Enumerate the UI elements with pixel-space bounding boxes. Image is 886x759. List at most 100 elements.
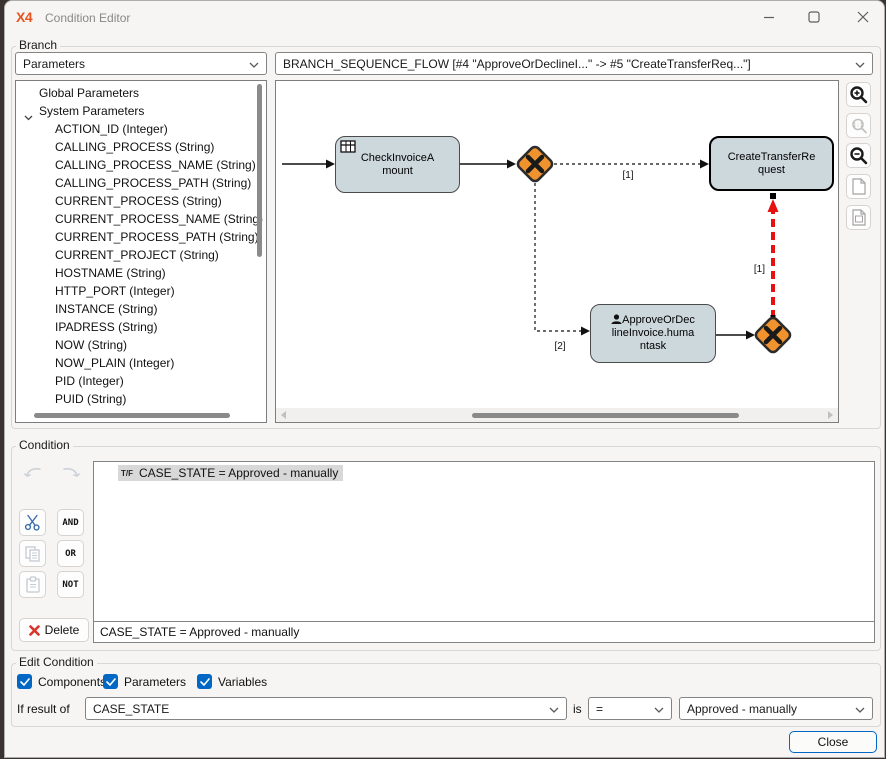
diagram-scroll-thumb[interactable]	[472, 413, 739, 418]
scroll-right-icon[interactable]	[826, 411, 834, 419]
zoom-in-button[interactable]	[846, 82, 871, 107]
delete-button[interactable]: Delete	[19, 618, 89, 642]
paste-icon	[25, 576, 41, 593]
close-button[interactable]: Close	[789, 731, 877, 753]
chevron-down-icon	[545, 702, 559, 716]
chevron-down-icon	[650, 702, 664, 716]
redo-button[interactable]	[57, 460, 84, 487]
condition-expression-field[interactable]: CASE_STATE = Approved - manually	[93, 621, 875, 643]
fit-width-icon	[851, 209, 867, 226]
value-select[interactable]: Approved - manually	[679, 697, 873, 720]
node-create-transfer-request[interactable]: CreateTransferRequest	[709, 136, 834, 191]
app-logo: X4	[16, 9, 32, 25]
fit-page-button[interactable]	[846, 174, 871, 199]
tree-item-global-parameters[interactable]: Global Parameters	[16, 84, 266, 102]
node-label: CheckInvoiceAmount	[357, 152, 439, 178]
diagram-edges: [1] [2] [1]	[276, 81, 838, 422]
not-button[interactable]: NOT	[57, 571, 84, 598]
tree-item-current-project[interactable]: CURRENT_PROJECT (String)	[16, 246, 266, 264]
zoom-out-button[interactable]	[846, 143, 871, 168]
close-window-button[interactable]	[846, 5, 880, 29]
or-button[interactable]: OR	[57, 540, 84, 567]
close-icon	[857, 11, 869, 23]
zoom-reset-button[interactable]: 1:1	[846, 113, 871, 138]
node-check-invoice-amount[interactable]: CheckInvoiceAmount	[335, 136, 460, 193]
undo-button[interactable]	[19, 460, 46, 487]
tree-item-current-process-path[interactable]: CURRENT_PROCESS_PATH (String)	[16, 228, 266, 246]
condition-editor-dialog: X4 Condition Editor Branch Parameters BR…	[4, 0, 885, 758]
scroll-left-icon[interactable]	[280, 411, 288, 419]
maximize-button[interactable]	[797, 5, 831, 29]
table-icon	[340, 140, 356, 156]
person-icon	[611, 314, 622, 324]
zoom-out-icon	[849, 146, 868, 165]
branch-flow-value: BRANCH_SEQUENCE_FLOW [#4 "ApproveOrDecli…	[283, 57, 751, 71]
undo-icon	[23, 466, 43, 482]
diagram-horizontal-scrollbar[interactable]	[276, 408, 838, 422]
tree-item-calling-process[interactable]: CALLING_PROCESS (String)	[16, 138, 266, 156]
check-icon[interactable]	[17, 674, 32, 689]
and-button[interactable]: AND	[57, 509, 84, 536]
cut-icon	[24, 514, 41, 531]
branch-group-label: Branch	[16, 38, 60, 52]
diagram-canvas[interactable]: [1] [2] [1]	[275, 80, 839, 423]
tree-item-action-id[interactable]: ACTION_ID (Integer)	[16, 120, 266, 138]
check-icon[interactable]	[197, 674, 212, 689]
check-icon[interactable]	[103, 674, 118, 689]
redo-icon	[61, 466, 81, 482]
edge-endpoint-handle[interactable]	[770, 193, 776, 199]
tree-item-current-process[interactable]: CURRENT_PROCESS (String)	[16, 192, 266, 210]
gateway-x-icon[interactable]	[754, 316, 792, 354]
zoom-in-icon	[849, 85, 868, 104]
checkbox-parameters[interactable]: Parameters	[103, 674, 186, 689]
condition-group-label: Condition	[16, 438, 73, 452]
tree-item-hostname[interactable]: HOSTNAME (String)	[16, 264, 266, 282]
result-select[interactable]: CASE_STATE	[85, 697, 567, 720]
node-label: ApproveOrDeclineInvoice.humantask	[612, 314, 695, 352]
checkbox-components[interactable]: Components	[17, 674, 106, 689]
chevron-down-icon	[851, 57, 865, 71]
edge-label-left: [2]	[554, 341, 565, 352]
tree-item-instance[interactable]: INSTANCE (String)	[16, 300, 266, 318]
edge-label-right: [1]	[754, 264, 765, 275]
branch-flow-select[interactable]: BRANCH_SEQUENCE_FLOW [#4 "ApproveOrDecli…	[275, 52, 873, 75]
tree-item-puid[interactable]: PUID (String)	[16, 390, 266, 408]
if-result-of-label: If result of	[17, 702, 70, 716]
copy-button[interactable]	[19, 540, 46, 567]
tree-vertical-scrollbar[interactable]	[257, 84, 262, 257]
minimize-button[interactable]	[752, 5, 786, 29]
node-approve-or-decline-invoice[interactable]: ApproveOrDeclineInvoice.humantask	[590, 304, 716, 363]
condition-row[interactable]: T/F CASE_STATE = Approved - manually	[118, 465, 343, 481]
paste-button[interactable]	[19, 571, 46, 598]
tree-horizontal-scrollbar[interactable]	[34, 413, 230, 418]
zoom-reset-icon: 1:1	[850, 117, 868, 135]
is-label: is	[573, 702, 582, 716]
chevron-down-icon	[245, 57, 259, 71]
copy-icon	[24, 545, 41, 562]
checkbox-variables[interactable]: Variables	[197, 674, 267, 689]
condition-type-badge: T/F	[121, 469, 133, 478]
fit-width-button[interactable]	[846, 205, 871, 230]
operator-select[interactable]: =	[588, 697, 672, 720]
tree-item-now[interactable]: NOW (String)	[16, 336, 266, 354]
cut-button[interactable]	[19, 509, 46, 536]
parameter-tree: Global Parameters System Parameters ACTI…	[15, 80, 267, 423]
title-bar[interactable]: X4 Condition Editor	[5, 1, 884, 33]
gateway-x-icon[interactable]	[516, 145, 554, 183]
tree-item-http-port[interactable]: HTTP_PORT (Integer)	[16, 282, 266, 300]
tree-item-calling-process-path[interactable]: CALLING_PROCESS_PATH (String)	[16, 174, 266, 192]
parameter-type-select[interactable]: Parameters	[15, 52, 267, 75]
tree-item-calling-process-name[interactable]: CALLING_PROCESS_NAME (String)	[16, 156, 266, 174]
svg-text:1:1: 1:1	[853, 122, 863, 128]
condition-row-text: CASE_STATE = Approved - manually	[139, 466, 338, 480]
tree-item-current-process-name[interactable]: CURRENT_PROCESS_NAME (String)	[16, 210, 266, 228]
tree-item-system-parameters[interactable]: System Parameters	[16, 102, 266, 120]
window-title: Condition Editor	[45, 11, 130, 25]
condition-list[interactable]: T/F CASE_STATE = Approved - manually	[93, 461, 875, 622]
tree-item-ipadress[interactable]: IPADRESS (String)	[16, 318, 266, 336]
tree-item-now-plain[interactable]: NOW_PLAIN (Integer)	[16, 354, 266, 372]
edge-label-top: [1]	[622, 170, 633, 181]
tree-item-pid[interactable]: PID (Integer)	[16, 372, 266, 390]
chevron-down-icon	[851, 702, 865, 716]
edit-condition-group-label: Edit Condition	[16, 655, 97, 669]
